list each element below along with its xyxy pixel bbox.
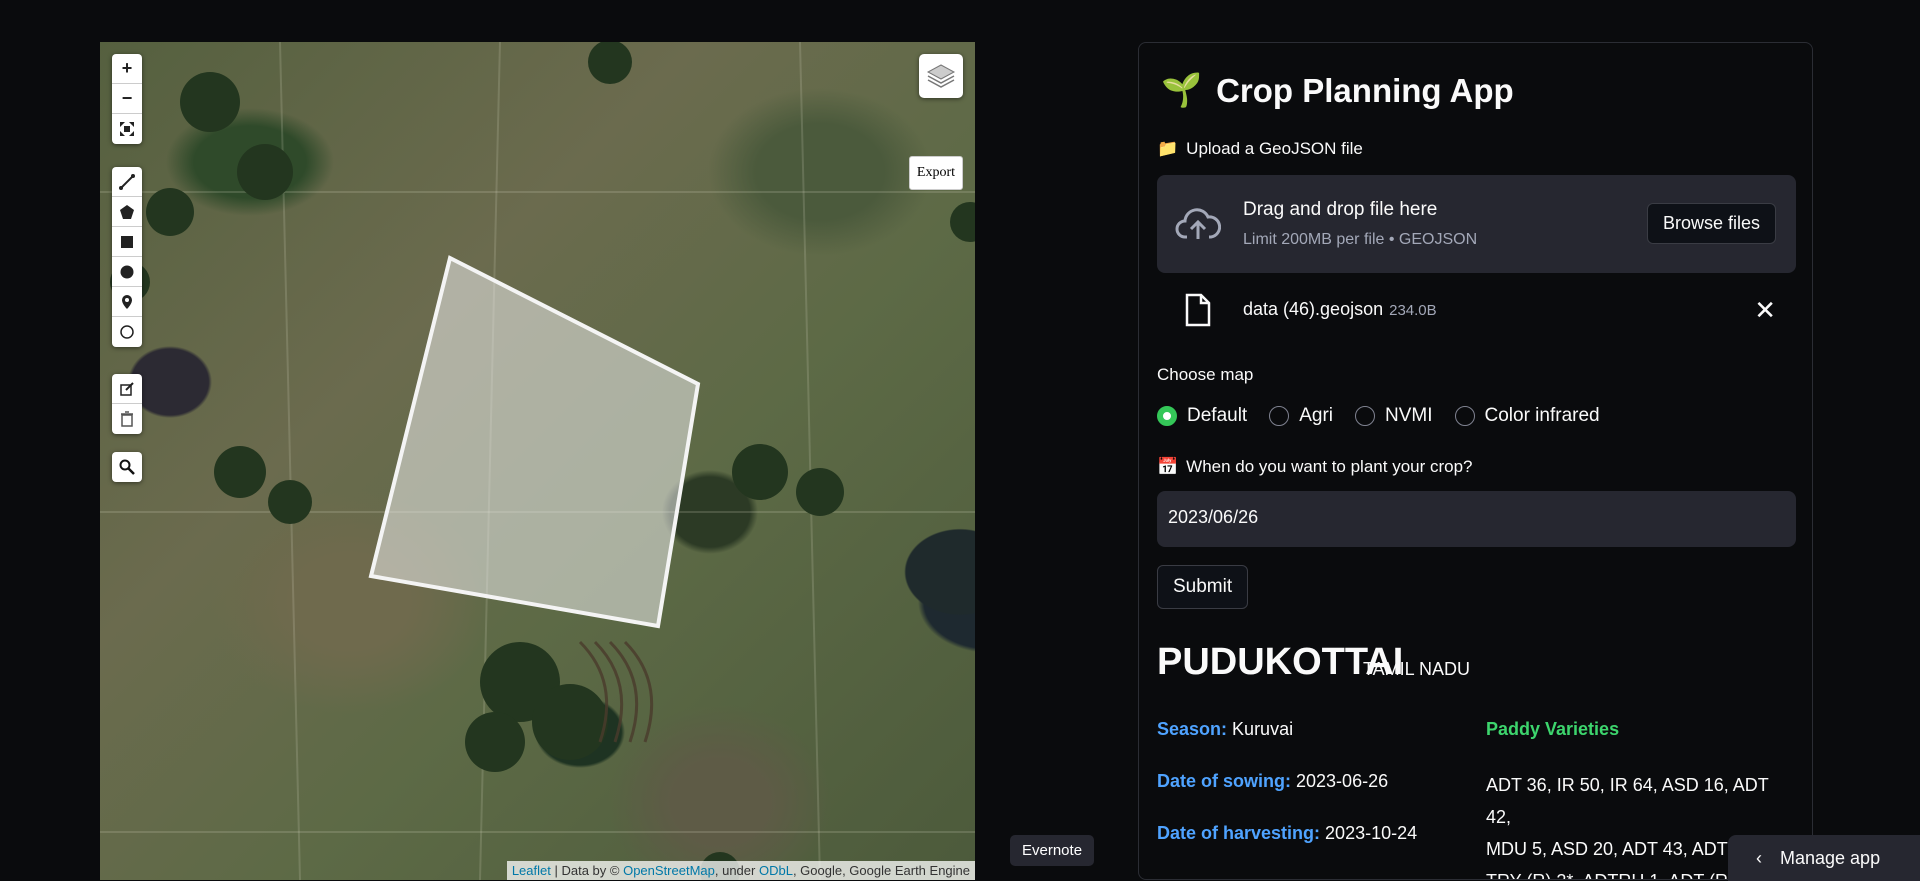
sowing-info: Date of sowing: 2023-06-26 — [1157, 771, 1388, 792]
app-title: Crop Planning App — [1216, 71, 1514, 109]
upload-label: 📁 Upload a GeoJSON file — [1157, 139, 1363, 159]
sowing-key: Date of sowing: — [1157, 771, 1291, 791]
zoom-in-button[interactable]: + — [112, 54, 142, 84]
search-icon — [119, 459, 135, 475]
draw-polyline-button[interactable] — [112, 167, 142, 197]
cloud-upload-icon — [1175, 208, 1221, 239]
attribution-text: | Data by © — [550, 863, 624, 878]
manage-app-button[interactable]: ‹ Manage app — [1728, 835, 1920, 881]
fullscreen-icon — [120, 122, 134, 136]
manage-app-label: Manage app — [1780, 847, 1881, 868]
file-name: data (46).geojson 234.0B — [1243, 299, 1437, 320]
attribution-text: , Google, Google Earth Engine — [792, 863, 970, 878]
draw-rectangle-button[interactable] — [112, 227, 142, 257]
leaflet-link[interactable]: Leaflet — [512, 863, 551, 878]
upload-label-text: Upload a GeoJSON file — [1186, 139, 1363, 158]
remove-file-button[interactable]: ✕ — [1754, 295, 1776, 326]
file-size: 234.0B — [1389, 302, 1437, 319]
dropzone-limit: Limit 200MB per file • GEOJSON — [1243, 231, 1478, 248]
sowing-value: 2023-06-26 — [1296, 771, 1389, 791]
radio-agri[interactable]: Agri — [1269, 405, 1333, 427]
circle-icon — [120, 265, 134, 278]
submit-button[interactable]: Submit — [1157, 565, 1249, 609]
dropzone-title: Drag and drop file here — [1243, 199, 1438, 220]
polygon-icon — [120, 204, 134, 219]
map-attribution: Leaflet | Data by © OpenStreetMap, under… — [506, 861, 975, 880]
date-question-text: When do you want to plant your crop? — [1186, 457, 1473, 476]
file-name-text: data (46).geojson — [1243, 299, 1384, 319]
layers-icon — [926, 64, 956, 88]
radio-empty-icon — [1269, 406, 1290, 426]
rectangle-icon — [121, 235, 133, 248]
radio-label: Default — [1187, 405, 1248, 426]
radio-default[interactable]: Default — [1157, 405, 1247, 427]
edit-icon — [120, 381, 134, 396]
satellite-map[interactable]: + − Export Leaflet | Data by © OpenStree… — [100, 42, 975, 880]
planting-date-input[interactable]: 2023/06/26 — [1157, 491, 1796, 547]
trash-icon — [121, 411, 133, 427]
export-button[interactable]: Export — [908, 156, 963, 190]
draw-circle-button[interactable] — [112, 257, 142, 287]
delete-layers-button[interactable] — [112, 404, 142, 434]
radio-color-infrared[interactable]: Color infrared — [1454, 405, 1600, 427]
folder-icon: 📁 — [1157, 139, 1179, 158]
layers-button[interactable] — [919, 54, 963, 98]
season-key: Season: — [1157, 719, 1228, 739]
season-value: Kuruvai — [1232, 719, 1294, 739]
field-polygon — [368, 255, 701, 629]
file-icon — [1185, 293, 1211, 327]
chevron-left-icon: ‹ — [1756, 847, 1762, 868]
zoom-out-button[interactable]: − — [112, 84, 142, 114]
map-imagery — [100, 42, 975, 880]
state-name: TAMIL NADU — [1363, 659, 1471, 679]
circle-outline-icon — [120, 325, 134, 339]
browse-files-button[interactable]: Browse files — [1646, 203, 1776, 244]
fullscreen-button[interactable] — [112, 114, 142, 144]
harvest-value: 2023-10-24 — [1325, 823, 1418, 843]
draw-circlemarker-button[interactable] — [112, 317, 142, 347]
evernote-button[interactable]: Evernote — [1010, 835, 1095, 866]
draw-marker-button[interactable] — [112, 287, 142, 317]
map-type-radio-group: Default Agri NVMI Color infrared — [1157, 405, 1600, 427]
odbl-link[interactable]: ODbL — [759, 863, 793, 878]
radio-selected-icon — [1157, 406, 1177, 426]
variety-line: ADT 36, IR 50, IR 64, ASD 16, ADT 42, — [1486, 775, 1769, 827]
radio-empty-icon — [1355, 406, 1375, 426]
seedling-icon: 🌱 — [1161, 71, 1203, 108]
uploaded-file: data (46).geojson 234.0B ✕ — [1157, 291, 1796, 331]
osm-link[interactable]: OpenStreetMap — [623, 863, 715, 878]
map-search-button[interactable] — [112, 452, 142, 482]
radio-nvmi[interactable]: NVMI — [1355, 405, 1433, 427]
page-title: 🌱 Crop Planning App — [1161, 71, 1514, 110]
date-question-label: 📅 When do you want to plant your crop? — [1157, 457, 1473, 477]
polyline-icon — [119, 173, 135, 190]
paddy-varieties-title: Paddy Varieties — [1486, 719, 1620, 739]
harvest-info: Date of harvesting: 2023-10-24 — [1157, 823, 1417, 844]
edit-layers-button[interactable] — [112, 374, 142, 404]
file-dropzone[interactable]: Drag and drop file here Limit 200MB per … — [1157, 175, 1796, 273]
season-info: Season: Kuruvai — [1157, 719, 1293, 740]
edit-toolbar — [112, 374, 142, 434]
harvest-key: Date of harvesting: — [1157, 823, 1321, 843]
radio-label: Agri — [1299, 405, 1333, 426]
radio-label: NVMI — [1385, 405, 1433, 426]
app-page: + − Export Leaflet | Data by © OpenStree… — [0, 0, 1920, 881]
calendar-icon: 📅 — [1157, 457, 1179, 476]
radio-empty-icon — [1454, 406, 1475, 426]
side-panel: 🌱 Crop Planning App 📁 Upload a GeoJSON f… — [1138, 42, 1813, 880]
marker-icon — [122, 294, 132, 309]
draw-polygon-button[interactable] — [112, 197, 142, 227]
choose-map-label: Choose map — [1157, 365, 1254, 384]
search-control — [112, 452, 142, 482]
draw-toolbar — [112, 167, 142, 347]
radio-label: Color infrared — [1484, 405, 1600, 426]
zoom-control: + − — [112, 54, 142, 144]
attribution-text: , under — [714, 863, 759, 878]
